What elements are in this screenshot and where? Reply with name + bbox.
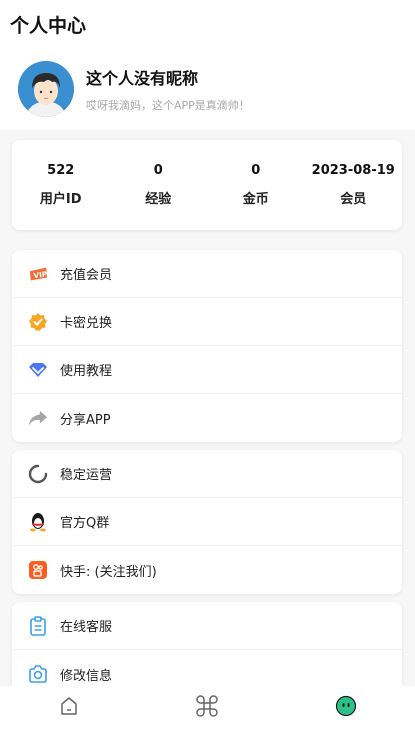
menu-item-label: 充值会员 [60, 268, 113, 283]
stat-experience[interactable]: 0 经验 [110, 163, 208, 207]
menu-item-label: 在线客服 [60, 620, 113, 635]
nickname: 这个人没有昵称 [86, 69, 199, 88]
menu-group-community: 稳定运营 官方Q群 快手: (关注我们) [12, 450, 402, 594]
stat-label: 经验 [145, 192, 172, 207]
page-title: 个人中心 [10, 14, 87, 37]
camera-icon [28, 664, 48, 684]
tab-home[interactable] [0, 696, 138, 720]
menu-item-label: 卡密兑换 [60, 316, 113, 331]
profile-header[interactable]: 这个人没有昵称 哎呀我滴妈，这个APP是真滴帅！ [0, 48, 415, 130]
menu-item-label: 分享APP [60, 412, 111, 428]
menu-item-label: 稳定运营 [60, 468, 113, 483]
menu-group-membership: VIP 充值会员 卡密兑换 使用教程 分享APP [12, 250, 402, 442]
menu-item-stable-operation[interactable]: 稳定运营 [12, 450, 402, 498]
bottom-tab-bar [0, 686, 415, 730]
menu-item-label: 修改信息 [60, 668, 113, 684]
menu-item-label: 使用教程 [60, 364, 113, 379]
svg-text:VIP: VIP [33, 269, 48, 280]
menu-item-card-redeem[interactable]: 卡密兑换 [12, 298, 402, 346]
clipboard-icon [28, 615, 48, 636]
stat-membership[interactable]: 2023-08-19 会员 [305, 163, 403, 207]
menu-item-label: 快手: (关注我们) [60, 564, 157, 580]
profile-page: 个人中心 这个人没有昵称 哎呀我滴妈，这个APP是真滴帅！ 522 用户ID 0 [0, 0, 415, 730]
menu-item-recharge-vip[interactable]: VIP 充值会员 [12, 250, 402, 298]
menu-item-share-app[interactable]: 分享APP [12, 394, 402, 442]
stat-label: 会员 [340, 192, 367, 207]
home-icon [59, 696, 79, 720]
menu-group-service: 在线客服 修改信息 [12, 602, 402, 692]
tab-profile[interactable] [277, 695, 415, 721]
tab-features[interactable] [138, 695, 276, 721]
badge-check-icon [28, 312, 48, 332]
menu-item-label: 官方Q群 [60, 516, 110, 531]
stat-value: 0 [153, 163, 163, 178]
profile-info: 这个人没有昵称 哎呀我滴妈，这个APP是真滴帅！ [86, 65, 250, 113]
stat-user-id[interactable]: 522 用户ID [12, 163, 110, 207]
kuaishou-icon [28, 560, 48, 580]
stat-label: 金币 [242, 192, 269, 207]
menu-item-online-service[interactable]: 在线客服 [12, 602, 402, 650]
diamond-icon [28, 360, 48, 380]
stat-label: 用户ID [39, 192, 82, 207]
share-arrow-icon [28, 408, 48, 428]
menu-item-qq-group[interactable]: 官方Q群 [12, 498, 402, 546]
stat-coins[interactable]: 0 金币 [207, 163, 305, 207]
avatar[interactable] [18, 61, 74, 117]
avatar-illustration [18, 61, 74, 117]
vip-icon: VIP [28, 264, 48, 284]
command-icon [196, 695, 219, 721]
qq-penguin-icon [28, 512, 48, 532]
profile-face-icon [335, 695, 357, 721]
menu-item-tutorial[interactable]: 使用教程 [12, 346, 402, 394]
stat-value: 522 [47, 163, 75, 178]
menu-item-kuaishou[interactable]: 快手: (关注我们) [12, 546, 402, 594]
motto: 哎呀我滴妈，这个APP是真滴帅！ [86, 99, 250, 112]
loading-icon [28, 464, 48, 484]
stat-value: 0 [251, 163, 261, 178]
stat-value: 2023-08-19 [311, 163, 395, 178]
top-bar: 个人中心 [0, 0, 415, 48]
stats-card: 522 用户ID 0 经验 0 金币 2023-08-19 会员 [12, 140, 402, 230]
